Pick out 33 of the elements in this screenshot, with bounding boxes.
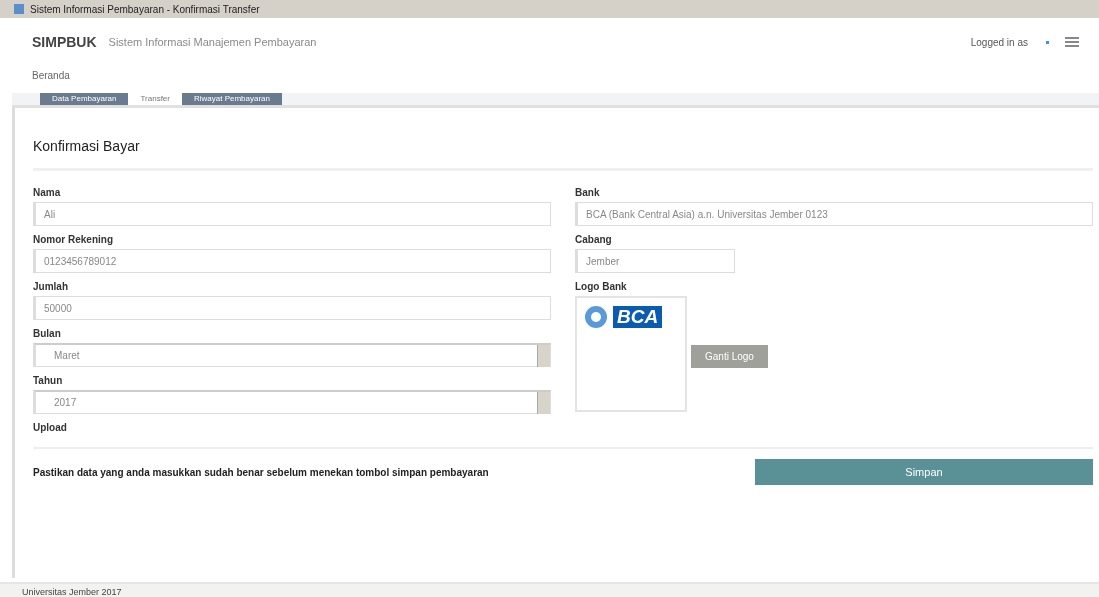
field-label: Jumlah: [33, 281, 69, 292]
change-logo-button[interactable]: Ganti Logo: [691, 345, 768, 368]
logo: SIMPBUK: [32, 34, 97, 50]
tab[interactable]: Transfer: [128, 93, 182, 105]
app-icon: [14, 4, 24, 14]
section-title: Konfirmasi Bayar: [33, 108, 1093, 171]
note-text: Pastikan data yang anda masukkan sudah benar sebelum menekan tombol simpan pembayaran: [33, 466, 490, 478]
dropdown[interactable]: 2017: [33, 390, 551, 414]
save-button[interactable]: Simpan: [755, 459, 1093, 485]
input-field[interactable]: 50000: [33, 296, 551, 320]
field-label: Bulan: [33, 328, 62, 339]
tab[interactable]: Data Pembayaran: [40, 93, 129, 105]
bank-emblem-icon: [583, 304, 609, 330]
field-label: Bank: [575, 187, 601, 198]
dropdown[interactable]: Maret: [33, 343, 551, 367]
input-field[interactable]: 0123456789012: [33, 249, 551, 273]
field-label: Logo Bank: [575, 281, 628, 292]
bank-logo-text: BCA: [613, 306, 663, 328]
input-field[interactable]: Jember: [575, 249, 735, 273]
input-field[interactable]: BCA (Bank Central Asia) a.n. Universitas Jember 0123: [575, 202, 1093, 226]
field-label: Upload: [33, 422, 68, 433]
field-label: Nama: [33, 187, 62, 198]
input-field[interactable]: Ali: [33, 202, 551, 226]
field-label: Nomor Rekening: [33, 234, 114, 245]
app-subtitle: Sistem Informasi Manajemen Pembayaran: [108, 36, 318, 48]
field-label: Cabang: [575, 234, 613, 245]
status-bar-text: Universitas Jember 2017: [0, 582, 1099, 597]
field-label: Tahun: [33, 375, 64, 386]
tab[interactable]: Riwayat Pembayaran: [182, 93, 283, 105]
window-title: Sistem Informasi Pembayaran - Konfirmasi Transfer: [30, 3, 260, 15]
breadcrumb-link[interactable]: Beranda: [0, 58, 1099, 93]
user-label: Logged in as: [970, 36, 1028, 48]
menu-icon[interactable]: [1065, 37, 1079, 47]
